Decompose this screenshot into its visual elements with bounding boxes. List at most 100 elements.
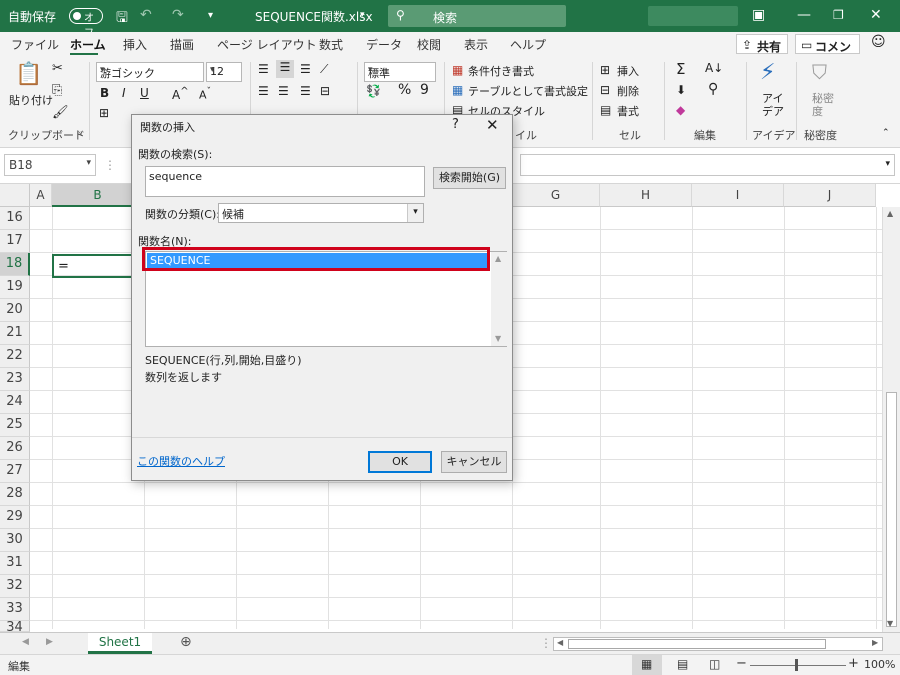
number-format-select[interactable]: 標準 ▾ [364,62,436,82]
row-header[interactable]: 23 [0,368,30,391]
column-header-h[interactable]: H [600,184,692,207]
undo-icon[interactable]: ↶ [140,7,152,23]
scroll-left-icon[interactable]: ◀ [557,638,563,647]
tab-review[interactable]: 校閲 [417,36,441,53]
tab-formulas[interactable]: 数式 [319,36,343,53]
orientation-icon[interactable]: ⟋ [320,62,328,77]
comment-button[interactable]: ▭ コメント [795,34,860,71]
normal-view-icon[interactable]: ▦ [641,657,652,671]
redo-icon[interactable]: ↷ [172,7,184,23]
cancel-button[interactable]: キャンセル [441,451,507,473]
format-table-icon[interactable]: ▦ [452,83,463,97]
ribbon-display-icon[interactable]: ▣ [752,7,765,23]
row-header[interactable]: 29 [0,506,30,529]
add-sheet-icon[interactable]: ⊕ [180,634,192,650]
row-header[interactable]: 25 [0,414,30,437]
zoom-out-icon[interactable]: − [736,656,747,671]
column-header-i[interactable]: I [692,184,784,207]
function-help-link[interactable]: この関数のヘルプ [137,453,225,469]
copy-icon[interactable]: ⎘ [52,83,62,98]
ideas-icon[interactable]: ⚡ [760,60,775,85]
expand-formula-icon[interactable]: ▾ [885,159,890,169]
comma-icon[interactable]: 9 [420,82,429,98]
row-header[interactable]: 19 [0,276,30,299]
tab-data[interactable]: データ [366,36,402,53]
currency-icon[interactable]: 💱 [366,84,381,98]
merge-icon[interactable]: ⊟ [320,84,330,98]
row-header[interactable]: 16 [0,207,30,230]
tab-draw[interactable]: 描画 [170,36,194,53]
format-cells-label[interactable]: 書式 [617,103,639,119]
zoom-in-icon[interactable]: + [848,656,859,671]
row-header[interactable]: 34 [0,621,30,632]
align-bottom-icon[interactable]: ☰ [300,62,311,76]
scroll-up-icon[interactable]: ▲ [495,254,501,263]
zoom-slider[interactable] [750,665,846,666]
ok-button[interactable]: OK [368,451,432,473]
help-icon[interactable]: ? [452,117,459,132]
scroll-down-icon[interactable]: ▼ [495,334,501,343]
share-button[interactable]: ⇪ 共有 [736,34,788,54]
tab-page-layout[interactable]: ページ レイアウト [217,36,317,53]
row-header[interactable]: 30 [0,529,30,552]
sensitivity-icon[interactable]: ⛉ [812,60,827,84]
chevron-down-icon[interactable]: ▾ [407,204,423,222]
next-sheet-icon[interactable]: ▶ [46,637,53,647]
column-header-a[interactable]: A [30,184,52,207]
more-icon[interactable]: ⋮ [104,158,116,172]
format-painter-icon[interactable]: 🖌 [52,105,69,120]
align-middle-icon[interactable]: ☰ [276,60,294,78]
paste-icon[interactable]: 📋 [15,62,42,87]
scroll-down-icon[interactable]: ▼ [887,619,893,628]
bold-icon[interactable]: B [100,86,109,100]
formula-input[interactable]: ▾ [520,154,895,176]
autosum-icon[interactable]: Σ [676,60,685,78]
format-table-label[interactable]: テーブルとして書式設定 [468,83,588,99]
format-cells-icon[interactable]: ▤ [600,103,611,117]
tab-file[interactable]: ファイル [11,36,59,53]
prev-sheet-icon[interactable]: ◀ [22,637,29,647]
underline-icon[interactable]: U [140,86,149,100]
account-area[interactable] [648,6,738,26]
font-size-select[interactable]: 12 ▾ [206,62,242,82]
page-break-view-icon[interactable]: ◫ [709,657,720,671]
launcher-icon[interactable]: ↘ [76,128,83,137]
paste-label[interactable]: 貼り付け [9,92,53,108]
decrease-font-icon[interactable]: Aˇ [199,86,211,102]
search-go-button[interactable]: 検索開始(G) [433,167,506,189]
sensitivity-label[interactable]: 秘密 度 [812,92,834,118]
conditional-format-icon[interactable]: ▦ [452,63,463,77]
row-header[interactable]: 28 [0,483,30,506]
row-header[interactable]: 21 [0,322,30,345]
horizontal-scrollbar[interactable]: ◀ ▶ [553,637,883,651]
column-header-j[interactable]: J [784,184,876,207]
row-header[interactable]: 33 [0,598,30,621]
close-icon[interactable]: ✕ [870,7,882,23]
search-function-input[interactable]: sequence [145,166,425,197]
font-name-select[interactable]: 游ゴシック ▾ [96,62,204,82]
row-header[interactable]: 22 [0,345,30,368]
scrollbar-thumb[interactable] [886,392,897,627]
insert-cells-label[interactable]: 挿入 [617,63,639,79]
delete-cells-icon[interactable]: ⊟ [600,83,610,97]
cut-icon[interactable]: ✂ [52,61,63,76]
page-layout-view-icon[interactable]: ▤ [677,657,688,671]
column-header-g[interactable]: G [512,184,600,207]
tab-home[interactable]: ホーム [70,36,106,53]
name-box[interactable]: B18 ▾ [4,154,96,176]
row-header-selected[interactable]: 18 [0,253,30,276]
row-header[interactable]: 32 [0,575,30,598]
minimize-icon[interactable]: — [797,7,811,23]
align-left-icon[interactable]: ☰ [258,84,269,98]
vertical-scrollbar[interactable]: ▲ ▼ [882,207,900,632]
align-center-icon[interactable]: ☰ [278,84,289,98]
customize-qat-icon[interactable]: ▾ [208,10,213,21]
row-header[interactable]: 24 [0,391,30,414]
category-select[interactable]: 候補 ▾ [218,203,424,223]
tab-insert[interactable]: 挿入 [123,36,147,53]
sheet-tab-sheet1[interactable]: Sheet1 [88,633,152,654]
insert-cells-icon[interactable]: ⊞ [600,63,610,77]
scroll-up-icon[interactable]: ▲ [887,209,893,218]
align-top-icon[interactable]: ☰ [258,62,269,76]
row-header[interactable]: 20 [0,299,30,322]
